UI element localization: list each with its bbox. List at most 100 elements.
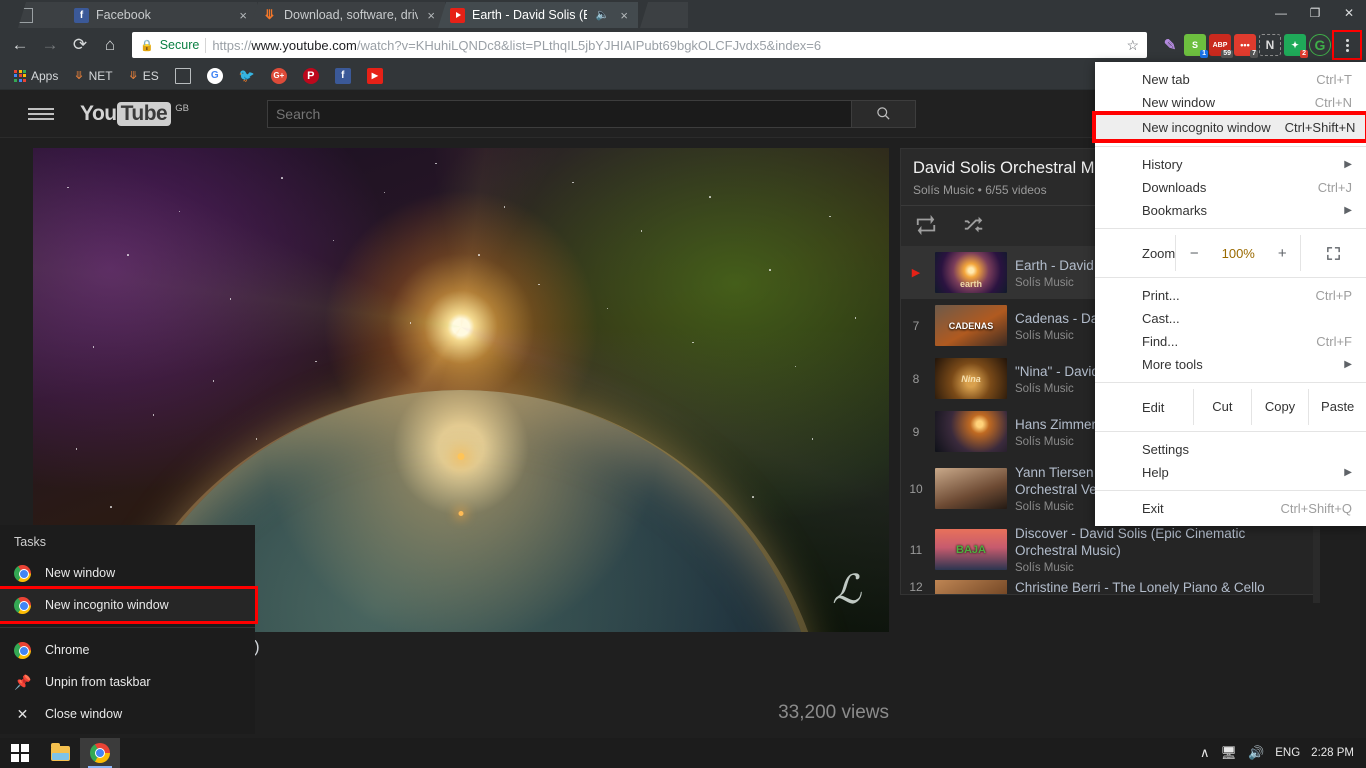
- bookmark-youtube[interactable]: ▶: [361, 66, 389, 86]
- maximize-button[interactable]: ❐: [1298, 0, 1332, 26]
- address-bar[interactable]: 🔒 Secure https://www.youtube.com/watch?v…: [132, 32, 1147, 58]
- menu-item-cast[interactable]: Cast...: [1095, 307, 1366, 330]
- new-tab-button[interactable]: [640, 2, 688, 28]
- tab-close-icon[interactable]: ×: [618, 9, 630, 22]
- menu-label: Print...: [1142, 288, 1180, 303]
- menu-item-downloads[interactable]: Downloads Ctrl+J: [1095, 176, 1366, 199]
- thumb-label: CADENAS: [948, 320, 994, 331]
- comments-icon[interactable]: ••• 7: [1234, 34, 1258, 58]
- bookmark-facebook[interactable]: f: [329, 66, 357, 86]
- menu-item-help[interactable]: Help ▶: [1095, 461, 1366, 484]
- google-icon: G: [206, 67, 223, 84]
- thumb-label: BAJA: [956, 543, 986, 556]
- paste-button[interactable]: Paste: [1308, 389, 1366, 425]
- fullscreen-icon[interactable]: [1300, 235, 1366, 271]
- grammarly-icon[interactable]: G: [1309, 34, 1331, 56]
- back-button[interactable]: ←: [6, 31, 34, 59]
- file-explorer-icon[interactable]: [40, 738, 80, 768]
- bookmark-net[interactable]: ⤋ NET: [68, 67, 118, 85]
- chevron-orange-icon: ⤋: [128, 70, 138, 82]
- logo-you: You: [80, 101, 117, 125]
- menu-item-new-window[interactable]: New window Ctrl+N: [1095, 91, 1366, 114]
- ummy-icon: ⤋: [264, 7, 275, 22]
- menu-item-new-tab[interactable]: New tab Ctrl+T: [1095, 68, 1366, 91]
- menu-separator: [1095, 228, 1366, 229]
- language-indicator[interactable]: ENG: [1275, 747, 1300, 759]
- jumplist-new-window[interactable]: New window: [0, 557, 255, 589]
- tab-facebook[interactable]: f Facebook ×: [62, 2, 257, 28]
- volume-icon[interactable]: 🔊: [1248, 745, 1264, 761]
- bookmark-google-plus[interactable]: G+: [265, 66, 293, 86]
- playlist-item-partial[interactable]: 12 Christine Berri - The Lonely Piano & …: [901, 580, 1314, 594]
- search-input[interactable]: [266, 99, 852, 128]
- jumplist-unpin[interactable]: 📌 Unpin from taskbar: [0, 666, 255, 698]
- adblock-plus-icon[interactable]: ABP 59: [1209, 34, 1233, 58]
- menu-item-new-incognito-window[interactable]: New incognito window Ctrl+Shift+N: [1092, 111, 1366, 143]
- menu-item-find[interactable]: Find... Ctrl+F: [1095, 330, 1366, 353]
- turbo-vpn-icon[interactable]: ✦ 2: [1284, 34, 1308, 58]
- savefrom-icon[interactable]: S1: [1184, 34, 1208, 58]
- chrome-menu-icon[interactable]: [1332, 30, 1362, 60]
- tab-download-software[interactable]: ⤋ Download, software, driv ×: [250, 2, 445, 28]
- submenu-arrow-icon: ▶: [1344, 159, 1352, 170]
- bookmark-label: Apps: [31, 68, 59, 83]
- tab-close-icon[interactable]: ×: [425, 9, 437, 22]
- minimize-button[interactable]: —: [1264, 0, 1298, 26]
- tab-audio-icon[interactable]: 🔈: [594, 9, 612, 21]
- video-thumbnail: BAJA: [935, 529, 1007, 570]
- menu-item-print[interactable]: Print... Ctrl+P: [1095, 284, 1366, 307]
- playlist-item[interactable]: 11 BAJA Discover - David Solis (Epic Cin…: [901, 519, 1314, 580]
- menu-item-history[interactable]: History ▶: [1095, 153, 1366, 176]
- note-anywhere-icon[interactable]: N: [1259, 34, 1281, 56]
- chevron-orange-icon: ⤋: [74, 70, 84, 82]
- evernote-webclipper-icon[interactable]: ✎: [1159, 34, 1181, 56]
- tray-chevron-icon[interactable]: ∧: [1200, 745, 1210, 761]
- shuffle-icon[interactable]: [963, 214, 985, 236]
- tab-earth-david-solis[interactable]: Earth - David Solis (Ep 🔈 ×: [438, 2, 638, 28]
- tab-blank[interactable]: [18, 2, 70, 28]
- windows-start-icon[interactable]: [0, 738, 40, 768]
- jumplist-new-incognito-window[interactable]: New incognito window: [0, 586, 258, 624]
- menu-item-more-tools[interactable]: More tools ▶: [1095, 353, 1366, 376]
- menu-item-exit[interactable]: Exit Ctrl+Shift+Q: [1095, 497, 1366, 520]
- close-button[interactable]: ✕: [1332, 0, 1366, 26]
- bookmark-label: ES: [142, 68, 159, 83]
- zoom-out-button[interactable]: −: [1176, 245, 1212, 262]
- edit-label: Edit: [1142, 399, 1165, 415]
- chrome-taskbar-icon[interactable]: [80, 738, 120, 768]
- jumplist-close-window[interactable]: ✕ Close window: [0, 698, 255, 730]
- menu-item-bookmarks[interactable]: Bookmarks ▶: [1095, 199, 1366, 222]
- close-icon: ✕: [16, 705, 29, 722]
- search-button[interactable]: [851, 99, 916, 128]
- home-button[interactable]: ⌂: [96, 31, 124, 59]
- youtube-logo[interactable]: You Tube GB: [80, 101, 189, 126]
- menu-label: Exit: [1142, 501, 1164, 516]
- jumplist-chrome[interactable]: Chrome: [0, 634, 255, 666]
- tab-close-icon[interactable]: ×: [237, 9, 249, 22]
- playlist-item-text: Discover - David Solis (Epic Cinematic O…: [1015, 525, 1306, 574]
- cut-button[interactable]: Cut: [1193, 389, 1251, 425]
- network-icon[interactable]: 🖥: [1221, 745, 1238, 761]
- menu-zoom-row: Zoom − 100% +: [1095, 235, 1366, 271]
- bookmark-google[interactable]: G: [201, 66, 229, 86]
- playlist-item-index: 9: [912, 424, 920, 439]
- bookmark-twitter[interactable]: 🐦: [233, 66, 261, 86]
- reload-button[interactable]: ⟳: [66, 31, 94, 59]
- bookmark-document[interactable]: [169, 66, 197, 86]
- bookmark-star-icon[interactable]: ☆: [1120, 37, 1139, 54]
- menu-item-settings[interactable]: Settings: [1095, 438, 1366, 461]
- loop-icon[interactable]: [915, 214, 937, 236]
- twitter-icon: 🐦: [238, 67, 255, 83]
- unpin-icon: 📌: [14, 673, 32, 690]
- chrome-icon: [14, 564, 31, 582]
- clock[interactable]: 2:28 PM: [1311, 747, 1354, 759]
- bookmark-apps[interactable]: Apps: [8, 67, 64, 85]
- bookmark-es[interactable]: ⤋ ES: [123, 67, 165, 85]
- jumplist-label: Close window: [45, 707, 123, 721]
- hamburger-icon[interactable]: [28, 107, 54, 120]
- copy-button[interactable]: Copy: [1250, 389, 1309, 425]
- bookmark-pinterest[interactable]: P: [297, 66, 325, 86]
- zoom-in-button[interactable]: +: [1264, 245, 1300, 262]
- menu-separator: [1095, 382, 1366, 383]
- menu-label: New incognito window: [1142, 119, 1271, 135]
